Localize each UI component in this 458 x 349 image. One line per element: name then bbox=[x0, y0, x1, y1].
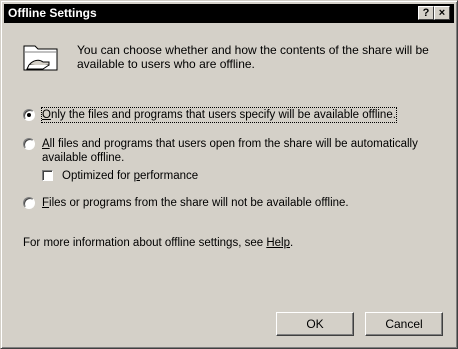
offline-settings-dialog: Offline Settings ? × You can choose whet… bbox=[0, 0, 458, 349]
close-button[interactable]: × bbox=[434, 6, 450, 20]
intro-text: You can choose whether and how the conte… bbox=[77, 43, 429, 71]
dialog-title: Offline Settings bbox=[8, 6, 97, 20]
cancel-button[interactable]: Cancel bbox=[365, 312, 443, 336]
help-button[interactable]: ? bbox=[418, 6, 434, 20]
option-all-files-label[interactable]: All files and programs that users open f… bbox=[42, 137, 418, 151]
option-no-offline-label[interactable]: Files or programs from the share will no… bbox=[42, 196, 349, 210]
ok-button[interactable]: OK bbox=[276, 312, 354, 336]
help-link[interactable]: Help bbox=[266, 237, 290, 249]
shared-folder-icon bbox=[23, 45, 58, 71]
option-all-files-label-line2: available offline. bbox=[42, 152, 125, 164]
option-optimized-label[interactable]: Optimized for performance bbox=[62, 169, 198, 183]
option-user-specified-label[interactable]: Only the files and programs that users s… bbox=[41, 107, 397, 123]
more-info-text: For more information about offline setti… bbox=[23, 237, 294, 249]
radio-user-specified[interactable] bbox=[23, 109, 35, 121]
title-bar[interactable]: Offline Settings ? × bbox=[4, 4, 454, 23]
radio-all-files[interactable] bbox=[23, 138, 35, 150]
radio-no-offline[interactable] bbox=[23, 197, 35, 209]
checkbox-optimized[interactable] bbox=[42, 170, 53, 181]
